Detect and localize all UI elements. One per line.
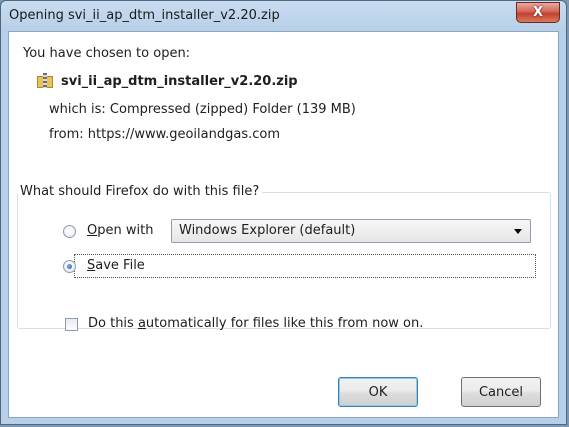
- download-dialog-window: Opening svi_ii_ap_dtm_installer_v2.20.zi…: [0, 0, 567, 425]
- zip-folder-icon: [37, 73, 53, 89]
- close-icon: X: [532, 5, 544, 20]
- open-with-selected-value: Windows Explorer (default): [179, 223, 356, 238]
- window-title: Opening svi_ii_ap_dtm_installer_v2.20.zi…: [9, 8, 280, 23]
- chevron-down-icon: [514, 229, 522, 234]
- cancel-button[interactable]: Cancel: [461, 377, 541, 407]
- file-line: svi_ii_ap_dtm_installer_v2.20.zip: [37, 73, 298, 89]
- open-with-label[interactable]: Open with: [87, 223, 153, 238]
- open-with-select[interactable]: Windows Explorer (default): [171, 219, 531, 243]
- from-row: from: https://www.geoilandgas.com: [49, 127, 280, 142]
- which-is-label: which is:: [49, 102, 106, 117]
- auto-action-label[interactable]: Do this automatically for files like thi…: [88, 316, 423, 331]
- chosen-text: You have chosen to open:: [23, 46, 191, 61]
- open-with-radio[interactable]: [63, 225, 76, 238]
- auto-action-checkbox[interactable]: [65, 318, 78, 331]
- save-file-radio[interactable]: [63, 260, 76, 273]
- ok-button[interactable]: OK: [338, 377, 418, 407]
- action-group: What should Firefox do with this file? O…: [17, 184, 551, 331]
- file-name: svi_ii_ap_dtm_installer_v2.20.zip: [61, 73, 298, 89]
- save-file-label[interactable]: Save File: [87, 258, 145, 273]
- close-button[interactable]: X: [516, 2, 560, 23]
- dialog-body: You have chosen to open: svi_ii_ap_dtm_i…: [8, 31, 559, 418]
- action-group-legend: What should Firefox do with this file?: [18, 184, 263, 199]
- title-bar[interactable]: Opening svi_ii_ap_dtm_installer_v2.20.zi…: [1, 1, 566, 31]
- which-is-row: which is: Compressed (zipped) Folder (13…: [49, 102, 356, 117]
- from-label: from:: [49, 127, 84, 142]
- which-is-value: Compressed (zipped) Folder (139 MB): [109, 102, 356, 117]
- from-value: https://www.geoilandgas.com: [87, 127, 280, 142]
